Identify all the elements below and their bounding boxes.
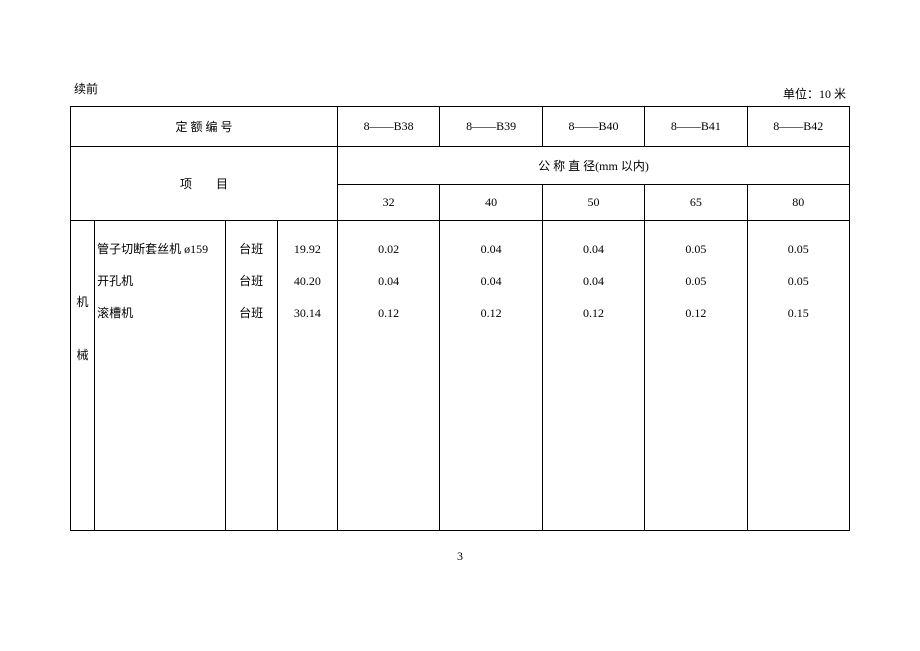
header-row-codes: 定 额 编 号 8——B38 8——B39 8——B40 8——B41 8——B… — [71, 107, 850, 147]
body-row: 机 械 管子切断套丝机 ø159 开孔机 滚槽机 台班 台班 台班 19.92 … — [71, 221, 850, 531]
quota-no-header: 定 额 编 号 — [71, 107, 338, 147]
data-cell: 0.02 — [344, 233, 433, 265]
code-cell: 8——B41 — [645, 107, 747, 147]
unit-cell: 台班 — [232, 233, 271, 265]
nominal-dia-header: 公 称 直 径(mm 以内) — [337, 147, 849, 185]
dia-cell: 40 — [440, 185, 542, 221]
page-number: 3 — [70, 549, 850, 564]
data-col: 0.05 0.05 0.15 — [747, 221, 849, 531]
code-cell: 8——B40 — [542, 107, 644, 147]
data-cell: 0.12 — [651, 297, 740, 329]
dia-cell: 32 — [337, 185, 439, 221]
side-char: 机 — [71, 293, 94, 310]
data-cell: 0.04 — [446, 233, 535, 265]
unit-cell: 台班 — [232, 297, 271, 329]
item-name: 滚槽机 — [97, 297, 218, 329]
data-col: 0.04 0.04 0.12 — [542, 221, 644, 531]
code-cell: 8——B42 — [747, 107, 849, 147]
header-row-group: 项 目 公 称 直 径(mm 以内) — [71, 147, 850, 185]
dia-cell: 50 — [542, 185, 644, 221]
item-name: 管子切断套丝机 ø159 — [97, 233, 218, 265]
code-cell: 8——B38 — [337, 107, 439, 147]
data-cell: 0.04 — [549, 233, 638, 265]
dia-cell: 65 — [645, 185, 747, 221]
side-char: 械 — [71, 346, 94, 363]
unit-cell: 台班 — [232, 265, 271, 297]
data-cell: 0.12 — [446, 297, 535, 329]
side-category: 机 械 — [71, 221, 95, 531]
price-cell: 40.20 — [284, 265, 331, 297]
data-col: 0.02 0.04 0.12 — [337, 221, 439, 531]
data-cell: 0.12 — [549, 297, 638, 329]
data-cell: 0.15 — [754, 297, 843, 329]
price-cell: 19.92 — [284, 233, 331, 265]
data-col: 0.04 0.04 0.12 — [440, 221, 542, 531]
data-cell: 0.12 — [344, 297, 433, 329]
dia-cell: 80 — [747, 185, 849, 221]
price-cell: 30.14 — [284, 297, 331, 329]
unit-label: 单位：10 米 — [783, 85, 846, 102]
data-cell: 0.05 — [754, 233, 843, 265]
data-cell: 0.04 — [549, 265, 638, 297]
continued-label: 续前 — [74, 80, 98, 97]
quota-table: 定 额 编 号 8——B38 8——B39 8——B40 8——B41 8——B… — [70, 106, 850, 531]
unit-col: 台班 台班 台班 — [225, 221, 277, 531]
code-cell: 8——B39 — [440, 107, 542, 147]
data-cell: 0.05 — [651, 233, 740, 265]
data-cell: 0.05 — [754, 265, 843, 297]
item-name: 开孔机 — [97, 265, 218, 297]
price-col: 19.92 40.20 30.14 — [277, 221, 337, 531]
data-cell: 0.05 — [651, 265, 740, 297]
data-cell: 0.04 — [344, 265, 433, 297]
item-name-col: 管子切断套丝机 ø159 开孔机 滚槽机 — [95, 221, 225, 531]
project-header: 项 目 — [71, 147, 338, 221]
data-cell: 0.04 — [446, 265, 535, 297]
data-col: 0.05 0.05 0.12 — [645, 221, 747, 531]
